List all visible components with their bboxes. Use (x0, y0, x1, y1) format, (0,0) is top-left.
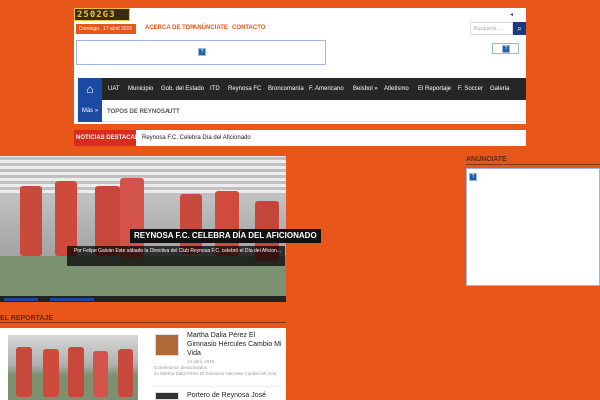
player-figure (68, 347, 84, 397)
ticker-headline[interactable]: Reynosa F.C. Celebra Día del Aficionado (142, 135, 251, 141)
nav-item-el-reportaje[interactable]: El Reportaje (418, 86, 451, 92)
nav-item-broncomania[interactable]: Broncomanía (268, 86, 304, 92)
nav-item-itd[interactable]: ITD (210, 86, 220, 92)
more-button[interactable]: Más » (78, 100, 102, 122)
ticker-label: NOTICIAS DESTACADAS (74, 130, 148, 146)
site-logo[interactable]: 2502G3 (74, 8, 130, 21)
player-figure (93, 351, 108, 397)
player-figure (20, 186, 42, 256)
player-figure (55, 181, 77, 256)
nav-item-gob-estado[interactable]: Gob. del Estado (161, 86, 204, 92)
sidebar-ad[interactable] (466, 168, 600, 286)
divider (0, 322, 286, 323)
nav-item-beisbol[interactable]: Beisbol » (353, 86, 378, 92)
top-link-anunciate[interactable]: ANÚNCIATE (193, 25, 228, 31)
current-date: Domingo , 17 abril 2016 (76, 24, 136, 34)
divider (466, 164, 600, 165)
slider-caption-title[interactable]: REYNOSA F.C. CELEBRA DÍA DEL AFICIONADO (130, 229, 321, 243)
search-input[interactable]: Búsqueda ... (470, 22, 513, 35)
article-title[interactable]: Martha Dalia Pérez El Gimnasio Hércules … (187, 331, 282, 358)
nav-item-municipio[interactable]: Municipio (128, 86, 153, 92)
search-icon: ⌕ (517, 24, 522, 33)
slider-dot[interactable] (4, 298, 38, 301)
caret-left-icon[interactable]: ◂ (510, 11, 513, 18)
nav-item-f-americano[interactable]: F. Americano (309, 86, 344, 92)
nav-item-galeria[interactable]: Galeria (490, 86, 509, 92)
article-thumbnail[interactable] (155, 334, 179, 356)
nav-item-reynosa-fc[interactable]: Reynosa FC (228, 86, 261, 92)
home-icon: ⌂ (86, 82, 94, 96)
nav-item-utt[interactable]: UTT (168, 109, 180, 115)
nav-item-f-soccer[interactable]: F. Soccer (458, 86, 483, 92)
home-button[interactable]: ⌂ (78, 78, 102, 100)
top-link-acerca[interactable]: ACERCA DE TDR (145, 25, 194, 31)
article-comments-context: en Martha Dalia Pérez El Gimnasio Hércul… (154, 371, 277, 376)
section-title: EL REPORTAJE (0, 315, 54, 322)
top-link-contacto[interactable]: CONTACTO (232, 25, 265, 31)
nav-item-atletismo[interactable]: Atletismo (384, 86, 409, 92)
player-figure (118, 349, 133, 397)
article-thumbnail[interactable] (155, 392, 179, 400)
player-figure (43, 349, 59, 397)
divider (152, 386, 284, 387)
article-title[interactable]: Portero de Reynosa José (187, 391, 292, 400)
search-button[interactable]: ⌕ (513, 22, 526, 35)
slider-progress-bar (0, 296, 286, 302)
nav-item-topos-reynosa[interactable]: TOPOS DE REYNOSA (107, 109, 169, 115)
top-strip (74, 8, 526, 22)
nav-item-uat[interactable]: UAT (108, 86, 120, 92)
player-figure (16, 347, 32, 397)
broken-image-icon: ? (502, 45, 510, 53)
slider-caption-excerpt: Por Felipe Galván Este sábado la Directi… (67, 246, 285, 266)
broken-image-icon: ? (469, 173, 477, 181)
player-figure (180, 194, 202, 254)
slider-dot[interactable] (50, 298, 94, 301)
reportaje-main-image[interactable] (8, 335, 138, 400)
sidebar-title: ANÚNCIATE (466, 156, 507, 163)
broken-image-icon: ? (198, 48, 206, 56)
